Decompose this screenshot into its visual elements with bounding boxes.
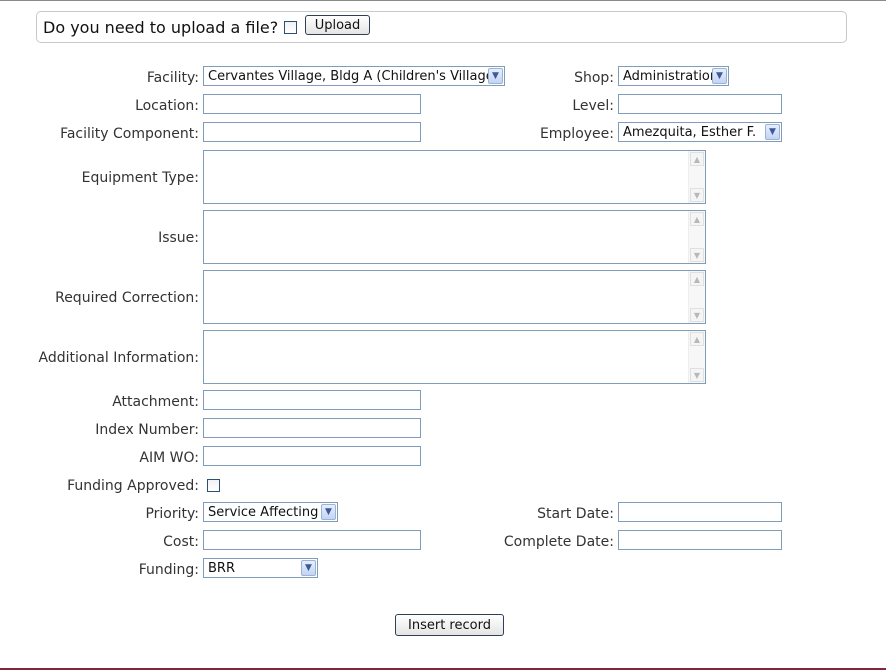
funding-value: BRR xyxy=(208,561,235,576)
insert-record-button[interactable]: Insert record xyxy=(395,614,504,636)
attachment-input[interactable] xyxy=(203,390,421,410)
complete-date-label: Complete Date: xyxy=(503,534,614,550)
chevron-down-icon[interactable]: ▼ xyxy=(712,68,727,84)
index-number-label: Index Number: xyxy=(95,422,199,438)
facility-component-label: Facility Component: xyxy=(60,126,199,142)
scroll-up-arrow-icon[interactable]: ▲ xyxy=(690,212,704,226)
priority-label: Priority: xyxy=(145,506,199,522)
equipment-type-textarea[interactable]: ▲ ▼ xyxy=(203,150,706,204)
chevron-down-icon[interactable]: ▼ xyxy=(321,504,336,520)
equipment-type-label: Equipment Type: xyxy=(81,170,199,186)
chevron-down-icon[interactable]: ▼ xyxy=(488,68,503,84)
scrollbar[interactable]: ▲ ▼ xyxy=(688,151,705,203)
employee-value: Amezquita, Esther F. xyxy=(623,125,757,140)
complete-date-input[interactable] xyxy=(618,530,782,550)
level-label: Level: xyxy=(572,98,614,114)
facility-select[interactable]: Cervantes Village, Bldg A (Children's Vi… xyxy=(203,66,505,86)
funding-approved-checkbox[interactable] xyxy=(207,479,220,492)
scrollbar[interactable]: ▲ ▼ xyxy=(688,331,705,383)
required-correction-label: Required Correction: xyxy=(55,290,199,306)
attachment-label: Attachment: xyxy=(112,394,199,410)
scrollbar[interactable]: ▲ ▼ xyxy=(688,211,705,263)
facility-component-input[interactable] xyxy=(203,122,421,142)
scroll-up-arrow-icon[interactable]: ▲ xyxy=(690,152,704,166)
upload-file-checkbox[interactable] xyxy=(284,21,297,34)
shop-value: Administration xyxy=(623,69,719,84)
priority-value: Service Affecting xyxy=(208,505,319,520)
aim-wo-input[interactable] xyxy=(203,446,421,466)
priority-select[interactable]: Service Affecting ▼ xyxy=(203,502,338,522)
scroll-up-arrow-icon[interactable]: ▲ xyxy=(690,272,704,286)
scroll-up-arrow-icon[interactable]: ▲ xyxy=(690,332,704,346)
cost-label: Cost: xyxy=(163,534,199,550)
facility-value: Cervantes Village, Bldg A (Children's Vi… xyxy=(208,69,499,84)
facility-label: Facility: xyxy=(146,70,199,86)
start-date-input[interactable] xyxy=(618,502,782,522)
location-input[interactable] xyxy=(203,94,421,114)
index-number-input[interactable] xyxy=(203,418,421,438)
shop-select[interactable]: Administration ▼ xyxy=(618,66,729,86)
scroll-down-arrow-icon[interactable]: ▼ xyxy=(690,248,704,262)
top-border xyxy=(0,0,886,1)
issue-textarea[interactable]: ▲ ▼ xyxy=(203,210,706,264)
funding-select[interactable]: BRR ▼ xyxy=(203,558,318,578)
chevron-down-icon[interactable]: ▼ xyxy=(301,560,316,576)
required-correction-textarea[interactable]: ▲ ▼ xyxy=(203,270,706,324)
scroll-down-arrow-icon[interactable]: ▼ xyxy=(690,308,704,322)
scrollbar[interactable]: ▲ ▼ xyxy=(688,271,705,323)
additional-information-textarea[interactable]: ▲ ▼ xyxy=(203,330,706,384)
scroll-down-arrow-icon[interactable]: ▼ xyxy=(690,188,704,202)
additional-information-label: Additional Information: xyxy=(38,350,200,366)
chevron-down-icon[interactable]: ▼ xyxy=(765,124,780,140)
issue-label: Issue: xyxy=(158,230,199,246)
upload-button[interactable]: Upload xyxy=(305,15,370,35)
level-input[interactable] xyxy=(618,94,782,114)
shop-label: Shop: xyxy=(574,70,614,86)
upload-panel: Do you need to upload a file? Upload xyxy=(36,11,847,43)
employee-label: Employee: xyxy=(539,126,614,142)
upload-question: Do you need to upload a file? xyxy=(43,18,279,37)
scroll-down-arrow-icon[interactable]: ▼ xyxy=(690,368,704,382)
location-label: Location: xyxy=(135,98,199,114)
employee-select[interactable]: Amezquita, Esther F. ▼ xyxy=(618,122,782,142)
funding-label: Funding: xyxy=(138,562,199,578)
funding-approved-label: Funding Approved: xyxy=(67,478,199,494)
start-date-label: Start Date: xyxy=(537,506,614,522)
aim-wo-label: AIM WO: xyxy=(139,450,199,466)
cost-input[interactable] xyxy=(203,530,421,550)
